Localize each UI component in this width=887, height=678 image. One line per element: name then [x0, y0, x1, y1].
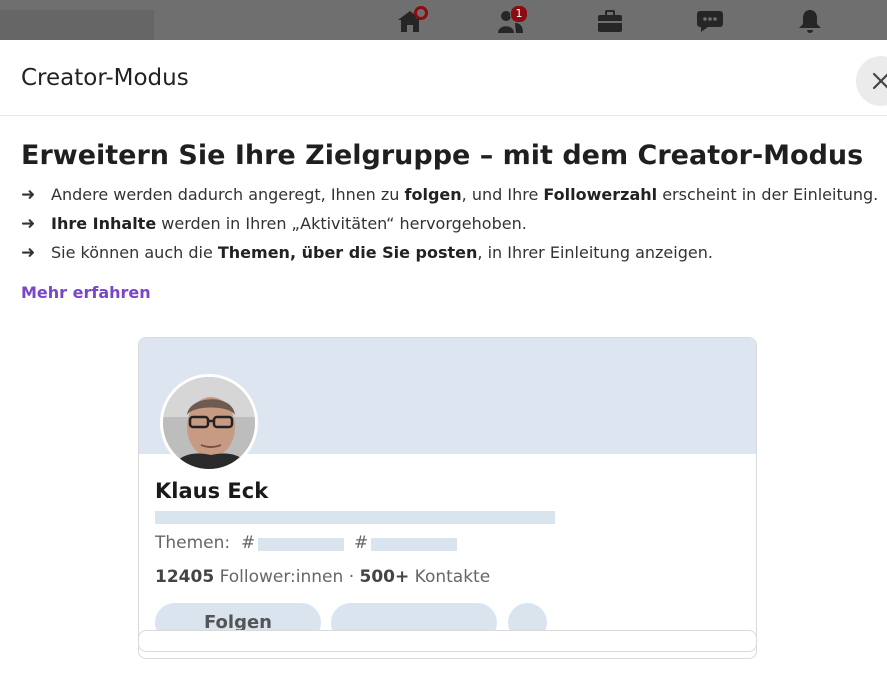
close-button[interactable] [856, 56, 887, 106]
list-item: ➜ Sie können auch die Themen, über die S… [21, 243, 713, 263]
nav-notifications[interactable] [796, 8, 824, 34]
connection-count: 500+ [359, 567, 410, 587]
nav-my-network[interactable]: 1 [496, 5, 528, 34]
hashtag-placeholder [371, 538, 457, 551]
headline-placeholder [155, 511, 555, 524]
list-item: ➜ Ihre Inhalte werden in Ihren „Aktivitä… [21, 214, 527, 234]
top-navigation-bar: 1 [0, 0, 887, 40]
creator-mode-dialog: Creator-Modus Erweitern Sie Ihre Zielgru… [0, 40, 887, 678]
learn-more-link[interactable]: Mehr erfahren [21, 283, 151, 302]
follower-count: 12405 [155, 567, 215, 587]
arrow-right-icon: ➜ [21, 185, 36, 205]
follower-label: Follower:innen [219, 567, 344, 587]
my-network-badge: 1 [510, 5, 528, 23]
connection-label: Kontakte [414, 567, 491, 587]
dialog-heading: Erweitern Sie Ihre Zielgruppe – mit dem … [21, 140, 864, 171]
dialog-header: Creator-Modus [0, 40, 887, 116]
benefits-list: ➜ Andere werden dadurch angeregt, Ihnen … [21, 185, 878, 272]
profile-photo [163, 377, 255, 469]
themes-label: Themen: [155, 533, 231, 553]
hashtag-symbol: # [241, 533, 256, 553]
dialog-title: Creator-Modus [21, 65, 189, 91]
profile-name: Klaus Eck [155, 479, 269, 503]
hashtag-symbol: # [354, 533, 369, 553]
list-item: ➜ Andere werden dadurch angeregt, Ihnen … [21, 185, 879, 205]
hashtag-placeholder [258, 538, 344, 551]
separator: · [348, 567, 355, 587]
messaging-icon [697, 11, 723, 32]
profile-stats: 12405 Follower:innen · 500+ Kontakte [155, 567, 490, 587]
secondary-card-edge [138, 630, 757, 652]
arrow-right-icon: ➜ [21, 243, 36, 263]
close-icon [872, 72, 887, 90]
nav-home[interactable] [396, 6, 428, 34]
briefcase-icon [598, 10, 622, 32]
search-bar-backdrop [0, 10, 154, 40]
arrow-right-icon: ➜ [21, 214, 36, 234]
nav-jobs[interactable] [596, 8, 624, 34]
nav-messaging[interactable] [696, 8, 724, 34]
bell-icon [799, 10, 821, 33]
avatar [160, 374, 258, 472]
profile-preview-card: Klaus Eck Themen: # # 12405 Follower:inn… [138, 337, 757, 659]
home-notification-badge [414, 6, 428, 20]
